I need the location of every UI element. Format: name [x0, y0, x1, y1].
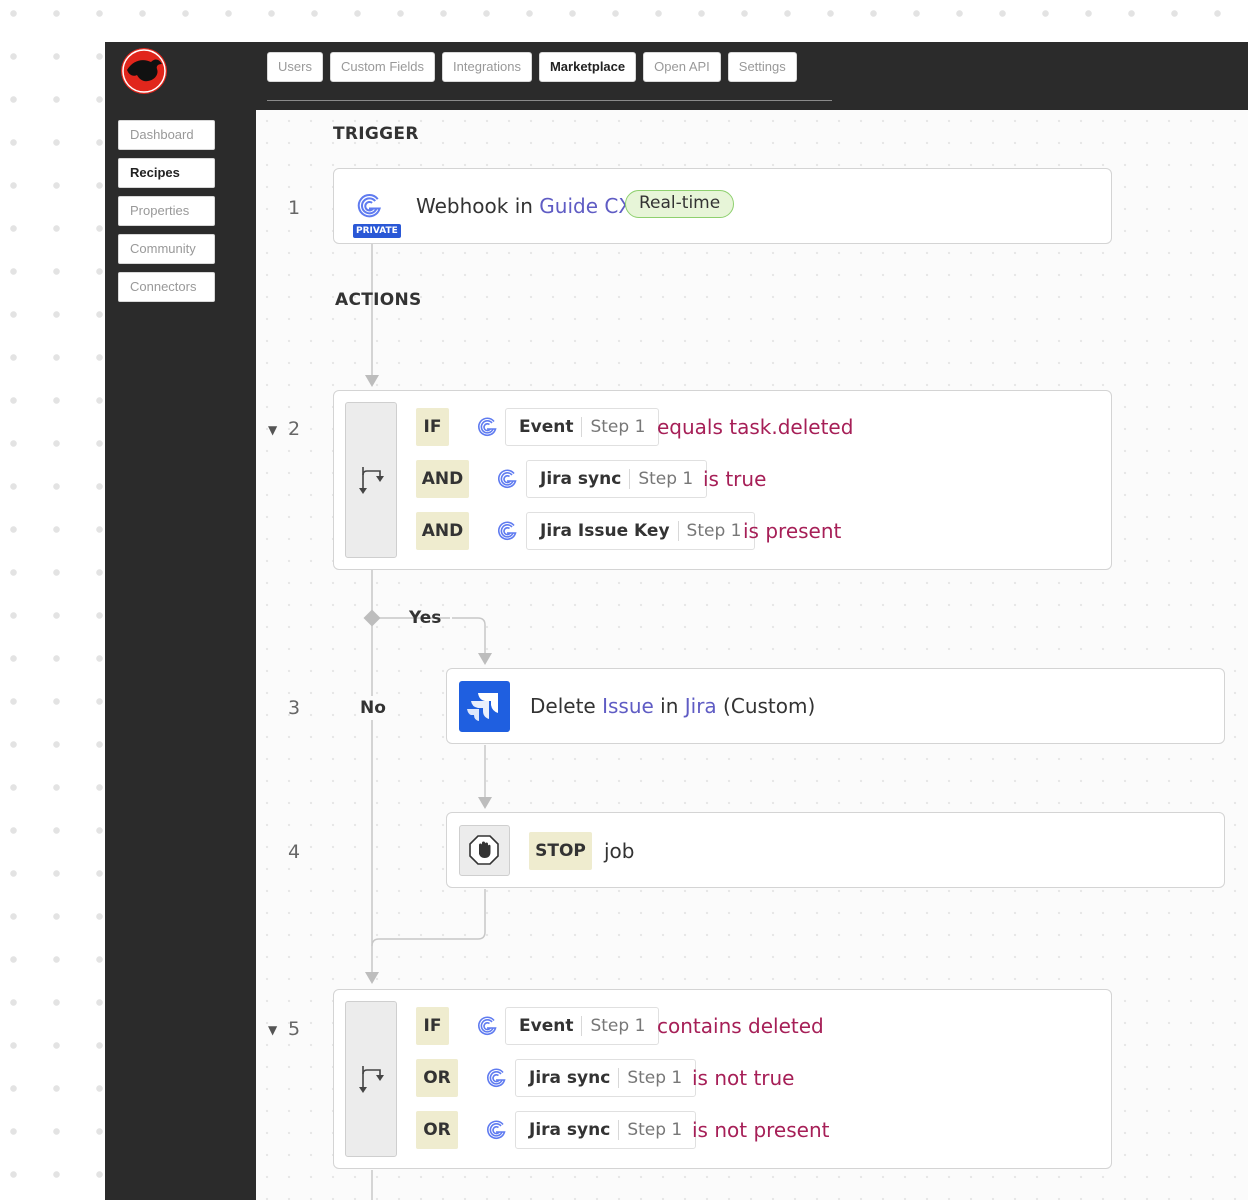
- branch-block: [345, 402, 397, 558]
- nav-marketplace[interactable]: Marketplace: [538, 52, 637, 82]
- stop-hand-icon: [469, 835, 499, 865]
- stop-keyword: STOP: [529, 832, 592, 870]
- nav-settings[interactable]: Settings: [727, 52, 797, 82]
- nav-users[interactable]: Users: [267, 52, 323, 82]
- datapill[interactable]: Jira Issue Key Step 1: [526, 512, 756, 550]
- trigger-step-card[interactable]: PRIVATE Webhook in Guide CX Real-time: [333, 168, 1112, 244]
- guidecx-icon: [478, 417, 497, 436]
- action-object-name[interactable]: Issue: [602, 694, 654, 718]
- branch-icon: [359, 467, 384, 494]
- datapill[interactable]: Jira sync Step 1: [515, 1059, 697, 1097]
- keyword-badge: IF: [416, 408, 449, 446]
- top-navigation: Users Custom Fields Integrations Marketp…: [267, 52, 797, 82]
- sidebar-item-properties[interactable]: Properties: [118, 196, 215, 226]
- sidebar: Dashboard Recipes Properties Community C…: [118, 120, 215, 302]
- keyword-badge: IF: [416, 1007, 449, 1045]
- condition-step-card[interactable]: IF Event Step 1 contains deleted OR Jira …: [333, 989, 1112, 1169]
- keyword-badge: AND: [416, 512, 469, 550]
- datapill[interactable]: Jira sync Step 1: [526, 460, 708, 498]
- branch-icon: [359, 1066, 384, 1093]
- no-branch-label: No: [360, 696, 386, 720]
- datapill[interactable]: Event Step 1: [505, 408, 660, 446]
- nav-integrations[interactable]: Integrations: [442, 52, 532, 82]
- keyword-badge: OR: [416, 1111, 458, 1149]
- condition-step-card[interactable]: IF Event Step 1 equals task.deleted AND J…: [333, 390, 1112, 570]
- actions-heading: ACTIONS: [335, 290, 422, 310]
- condition-text: is present: [743, 519, 842, 543]
- guidecx-icon: [498, 521, 517, 540]
- sidebar-item-dashboard[interactable]: Dashboard: [118, 120, 215, 150]
- guidecx-icon: [487, 1068, 506, 1087]
- stop-block: [459, 825, 510, 876]
- step-number: 1: [288, 197, 301, 219]
- private-badge: PRIVATE: [353, 224, 401, 238]
- nav-divider: [267, 100, 832, 101]
- guidecx-icon: [478, 1016, 497, 1035]
- keyword-badge: AND: [416, 460, 469, 498]
- nav-custom-fields[interactable]: Custom Fields: [329, 52, 436, 82]
- step-number: 4: [288, 841, 301, 863]
- recipe-canvas: TRIGGER ACTIONS 1 PRIVATE Webhook in Gui…: [256, 110, 1248, 1200]
- trigger-heading: TRIGGER: [333, 124, 419, 144]
- guidecx-icon: [357, 194, 381, 218]
- guidecx-icon: [498, 469, 517, 488]
- brand-logo[interactable]: [121, 48, 167, 94]
- step-number: 2: [288, 418, 301, 440]
- guidecx-icon: [487, 1120, 506, 1139]
- sidebar-item-recipes[interactable]: Recipes: [118, 158, 215, 188]
- condition-text: is not true: [692, 1066, 795, 1090]
- branch-block: [345, 1001, 397, 1157]
- sidebar-item-connectors[interactable]: Connectors: [118, 272, 215, 302]
- action-app-name[interactable]: Jira: [685, 694, 717, 718]
- keyword-badge: OR: [416, 1059, 458, 1097]
- stop-text: job: [604, 839, 635, 863]
- collapse-caret-icon[interactable]: ▼: [268, 1023, 277, 1037]
- action-step-card[interactable]: Delete Issue in Jira (Custom): [446, 668, 1225, 744]
- trigger-text: Webhook in Guide CX: [416, 194, 633, 218]
- condition-text: contains deleted: [657, 1014, 824, 1038]
- trigger-app-name[interactable]: Guide CX: [539, 194, 632, 218]
- datapill[interactable]: Jira sync Step 1: [515, 1111, 697, 1149]
- step-number: 5: [288, 1018, 301, 1040]
- realtime-badge: Real-time: [625, 190, 735, 218]
- condition-text: equals task.deleted: [657, 415, 854, 439]
- yes-branch-label: Yes: [409, 608, 442, 628]
- datapill[interactable]: Event Step 1: [505, 1007, 660, 1045]
- sidebar-item-community[interactable]: Community: [118, 234, 215, 264]
- collapse-caret-icon[interactable]: ▼: [268, 423, 277, 437]
- condition-text: is true: [703, 467, 767, 491]
- step-number: 3: [288, 697, 301, 719]
- action-text: Delete Issue in Jira (Custom): [530, 694, 816, 718]
- condition-text: is not present: [692, 1118, 830, 1142]
- nav-open-api[interactable]: Open API: [643, 52, 721, 82]
- jira-icon: [459, 681, 510, 732]
- stop-step-card[interactable]: STOP job: [446, 812, 1225, 888]
